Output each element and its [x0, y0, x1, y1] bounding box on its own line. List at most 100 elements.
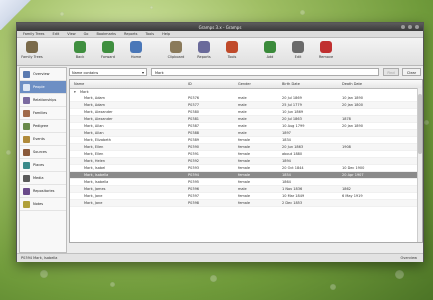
forward-button[interactable]: Forward [97, 40, 119, 62]
table-row[interactable]: Mark, Elizabeth P0389 female 1834 [70, 137, 422, 144]
cell-name: Mark, James [84, 187, 106, 191]
close-button[interactable] [415, 25, 419, 29]
sidebar-item-relationships[interactable]: Relationships [20, 94, 66, 107]
overview-icon [23, 70, 30, 78]
cell-birth-date: 1894 [282, 159, 291, 163]
scrollbar-thumb[interactable] [418, 94, 422, 154]
water-drop [424, 120, 429, 125]
table-row[interactable]: Mark, Allan P0387 male 10 Aug 1799 20 Jan 18… [70, 123, 422, 130]
vertical-scrollbar[interactable] [417, 88, 422, 242]
menu-edit[interactable]: Edit [53, 32, 60, 36]
pedigree-icon [23, 122, 30, 130]
edit-button[interactable]: Edit [287, 40, 309, 62]
table-row[interactable]: Mark, Isabella P0394 female 1854 20 Apr 1907 [70, 172, 422, 179]
repositories-icon [23, 187, 30, 195]
sidebar-item-repositories[interactable]: Repositories [20, 185, 66, 198]
menu-reports[interactable]: Reports [124, 32, 137, 36]
menu-go[interactable]: Go [84, 32, 89, 36]
column-header-birth-date[interactable]: Birth Date [282, 82, 300, 86]
cell-name: Mark, Isabella [84, 180, 109, 184]
menu-bar: Family Trees Edit View Go Bookmarks Repo… [17, 31, 423, 38]
back-button[interactable]: Back [69, 40, 91, 62]
sidebar-item-places[interactable]: Places [20, 159, 66, 172]
cell-birth-date: 10 Aug 1799 [282, 124, 305, 128]
back-arrow-icon [74, 41, 86, 53]
menu-view[interactable]: View [67, 32, 75, 36]
remove-icon [320, 41, 332, 53]
menu-bookmarks[interactable]: Bookmarks [96, 32, 116, 36]
table-row[interactable]: Mark, Adam P0377 male 25 Jul 1779 20 Jan 180… [70, 102, 422, 109]
cell-name: Mark, Adam [84, 96, 105, 100]
people-icon [23, 83, 30, 91]
sidebar-item-pedigree[interactable]: Pedigree [20, 120, 66, 133]
table-row[interactable]: Mark, Ellen P0390 female 20 Jun 1863 1908 [70, 144, 422, 151]
cell-name: Mark, Alexander [84, 117, 113, 121]
family-trees-button[interactable]: Family Trees [21, 40, 43, 62]
column-header-death-date[interactable]: Death Date [342, 82, 362, 86]
notes-icon [23, 200, 30, 208]
add-button[interactable]: Add [259, 40, 281, 62]
cell-birth-date: 20 Oct 1844 [282, 166, 304, 170]
table-row[interactable]: Mark, Allan P0388 male 1897 [70, 130, 422, 137]
cell-gender: female [238, 173, 251, 177]
remove-button[interactable]: Remove [315, 40, 337, 62]
menu-help[interactable]: Help [162, 32, 170, 36]
sources-icon [23, 148, 30, 156]
cell-birth-date: 10 Jun 1869 [282, 110, 304, 114]
table-row[interactable]: Mark, Ellen P0391 female about 1880 [70, 151, 422, 158]
find-button[interactable]: Find [383, 68, 399, 76]
table-row[interactable]: Mark, Alexander P0380 male 10 Jun 1869 [70, 109, 422, 116]
sidebar-item-media[interactable]: Media [20, 172, 66, 185]
column-header-gender[interactable]: Gender [238, 82, 251, 86]
cell-death-date: 1878 [342, 117, 351, 121]
table-row[interactable]: Mark, James P0396 male 1 Nov 1836 1862 [70, 186, 422, 193]
table-row[interactable]: Mark, Jane P0397 female 10 Mar 1849 6 May 19… [70, 193, 422, 200]
cell-birth-date: 2 Dec 1853 [282, 201, 303, 205]
table-row[interactable]: Mark, Adam P0376 male 20 Jul 1869 10 Jan 189… [70, 95, 422, 102]
menu-tools[interactable]: Tools [145, 32, 154, 36]
column-header-name[interactable]: Name [74, 82, 84, 86]
filter-column-select[interactable]: Name contains ▾ [69, 68, 147, 76]
cell-gender: male [238, 103, 247, 107]
table-row[interactable]: Mark, Isabel P0393 female 20 Oct 1844 10 Dec… [70, 165, 422, 172]
group-label: Mark [80, 90, 89, 94]
cell-gender: female [238, 152, 251, 156]
reports-button[interactable]: Reports [193, 40, 215, 62]
cell-name: Mark, Alexander [84, 110, 113, 114]
cell-id: P0391 [188, 152, 200, 156]
sidebar-item-families[interactable]: Families [20, 107, 66, 120]
tools-button[interactable]: Tools [221, 40, 243, 62]
app-window: Gramps 3.x - Gramps Family Trees Edit Vi… [16, 22, 424, 262]
sidebar-item-people[interactable]: People [20, 81, 66, 94]
water-drop [330, 284, 336, 290]
cell-id: P0394 [188, 173, 200, 177]
edit-icon [292, 41, 304, 53]
water-drop [110, 282, 115, 287]
home-button[interactable]: Home [125, 40, 147, 62]
sidebar-item-notes[interactable]: Notes [20, 198, 66, 211]
menu-family-trees[interactable]: Family Trees [23, 32, 45, 36]
sidebar-item-overview[interactable]: Overview [20, 68, 66, 81]
sidebar-item-sources[interactable]: Sources [20, 146, 66, 159]
table-row[interactable]: Mark, Alexander P0381 male 20 Jul 1863 1878 [70, 116, 422, 123]
maximize-button[interactable] [408, 25, 412, 29]
clipboard-button[interactable]: Clipboard [165, 40, 187, 62]
cell-name: Mark, Isabel [84, 166, 106, 170]
add-icon [264, 41, 276, 53]
search-input[interactable]: Mark [151, 68, 379, 76]
table-row[interactable]: Mark, Jane P0398 female 2 Dec 1853 [70, 200, 422, 207]
table-row[interactable]: Mark, Helen P0392 female 1894 [70, 158, 422, 165]
places-icon [23, 161, 30, 169]
relationships-icon [23, 96, 30, 104]
minimize-button[interactable] [401, 25, 405, 29]
cell-birth-date: 25 Jul 1779 [282, 103, 302, 107]
cell-birth-date: 20 Jul 1863 [282, 117, 302, 121]
cell-gender: female [238, 166, 251, 170]
sidebar-item-events[interactable]: Events [20, 133, 66, 146]
table-row[interactable]: Mark, Isabella P0395 female 1864 [70, 179, 422, 186]
clear-button[interactable]: Clear [402, 68, 421, 76]
window-controls [401, 25, 419, 29]
column-header-id[interactable]: ID [188, 82, 192, 86]
table-header: Name ID Gender Birth Date Death Date [70, 80, 422, 89]
expander-icon[interactable]: ▾ [74, 90, 76, 94]
